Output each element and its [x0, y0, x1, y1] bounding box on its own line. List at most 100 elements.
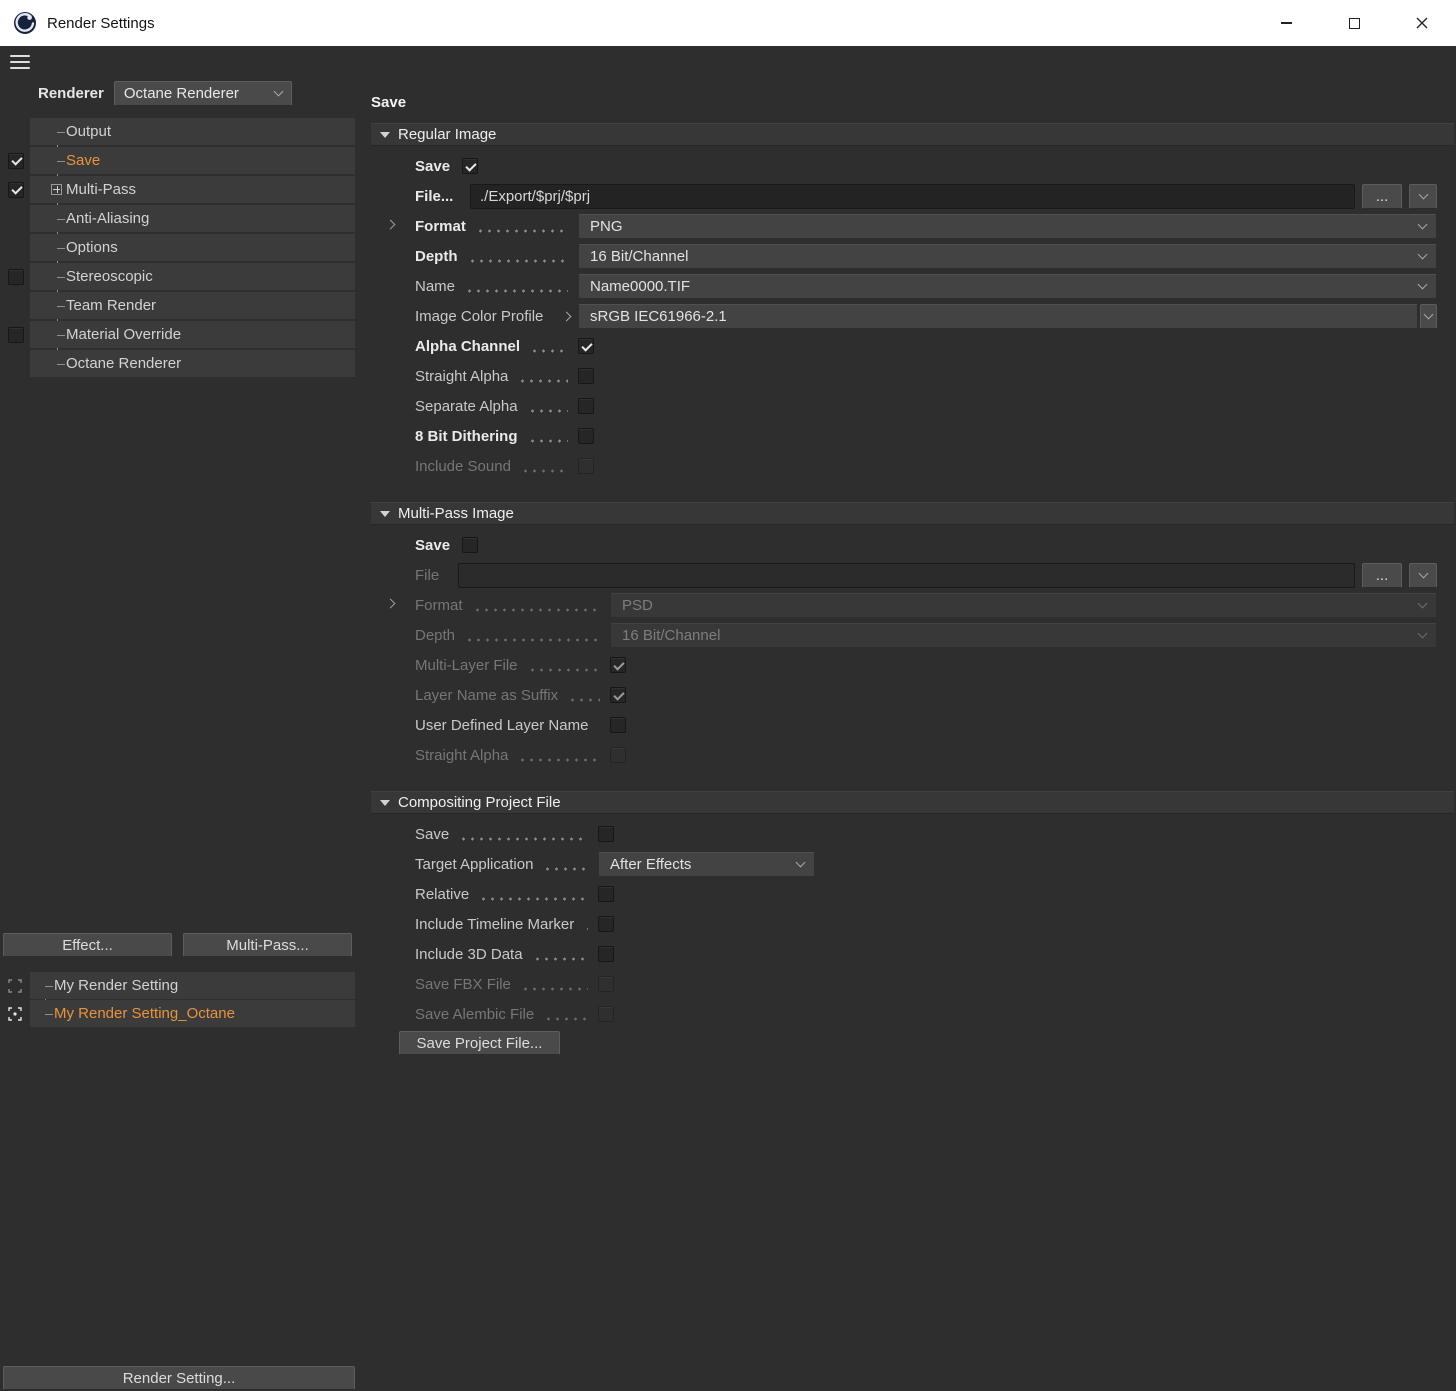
- row-cp-save: Save: [371, 819, 1437, 849]
- section-compositing-project-file: Compositing Project File Save Target App…: [371, 791, 1456, 1067]
- include-timeline-marker-checkbox[interactable]: [598, 916, 614, 932]
- browse-button[interactable]: ...: [1362, 183, 1402, 209]
- tree-label: Output: [66, 123, 112, 140]
- name-label: Name: [415, 277, 456, 295]
- tree-row-options[interactable]: Options: [0, 234, 360, 261]
- page-title: Save: [371, 94, 407, 111]
- tree-label: Save: [66, 152, 101, 169]
- multi-pass-image-header[interactable]: Multi-Pass Image: [371, 502, 1454, 525]
- tree-row-material-override[interactable]: Material Override: [0, 321, 360, 348]
- format-select[interactable]: PNG: [578, 213, 1437, 239]
- tree-row-stereoscopic[interactable]: Stereoscopic: [0, 263, 360, 290]
- file-label: File...: [415, 187, 454, 205]
- multipass-enable-checkbox[interactable]: [8, 181, 24, 198]
- preset-row-my-render-setting[interactable]: My Render Setting: [0, 972, 360, 999]
- cinema4d-logo-icon: [13, 11, 37, 35]
- regular-image-header[interactable]: Regular Image: [371, 123, 1454, 146]
- tree-row-anti-aliasing[interactable]: Anti-Aliasing: [0, 205, 360, 232]
- mp-browse-button[interactable]: ...: [1362, 562, 1402, 588]
- render-flag-active-icon[interactable]: [8, 1006, 22, 1021]
- expand-chevron-icon[interactable]: [385, 598, 396, 609]
- preset-label: My Render Setting: [54, 977, 179, 994]
- user-defined-layer-name-checkbox[interactable]: [610, 717, 626, 733]
- minimize-button[interactable]: [1252, 0, 1320, 46]
- alpha-channel-checkbox[interactable]: [578, 338, 594, 354]
- chevron-down-icon: [273, 86, 284, 96]
- stereoscopic-enable-checkbox[interactable]: [8, 268, 24, 285]
- window-title: Render Settings: [47, 14, 155, 32]
- mp-file-path-input: [458, 562, 1355, 588]
- depth-select[interactable]: 16 Bit/Channel: [578, 243, 1437, 269]
- save-alembic-file-label: Save Alembic File: [415, 1005, 535, 1023]
- tree-row-multi-pass[interactable]: Multi-Pass: [0, 176, 360, 203]
- material-override-enable-checkbox[interactable]: [8, 326, 24, 343]
- sidebar: Renderer Octane Renderer Output Save Mul…: [0, 78, 360, 1391]
- color-profile-dropdown-button[interactable]: [1420, 303, 1437, 329]
- relative-checkbox[interactable]: [598, 886, 614, 902]
- compositing-project-file-header[interactable]: Compositing Project File: [371, 791, 1454, 814]
- chevron-down-icon: [1417, 628, 1428, 639]
- row-include-3d-data: Include 3D Data: [371, 939, 1437, 969]
- cp-save-checkbox[interactable]: [598, 826, 614, 842]
- name-format-select[interactable]: Name0000.TIF: [578, 273, 1437, 299]
- row-depth: Depth 16 Bit/Channel: [371, 241, 1437, 271]
- include-timeline-marker-label: Include Timeline Marker: [415, 915, 575, 933]
- close-icon: [1416, 17, 1428, 29]
- tree-row-team-render[interactable]: Team Render: [0, 292, 360, 319]
- dithering-label: 8 Bit Dithering: [415, 427, 518, 445]
- renderer-value: Octane Renderer: [123, 84, 239, 102]
- include-3d-data-label: Include 3D Data: [415, 945, 523, 963]
- target-application-select[interactable]: After Effects: [598, 851, 815, 877]
- row-include-timeline-marker: Include Timeline Marker: [371, 909, 1437, 939]
- expand-chevron-icon[interactable]: [385, 219, 396, 230]
- expand-plus-icon[interactable]: [51, 183, 62, 195]
- renderer-label: Renderer: [38, 84, 104, 102]
- preset-row-my-render-setting-octane[interactable]: My Render Setting_Octane: [0, 1000, 360, 1027]
- row-separate-alpha: Separate Alpha: [371, 391, 1437, 421]
- save-project-file-button[interactable]: Save Project File...: [399, 1031, 560, 1055]
- row-user-defined-layer-name: User Defined Layer Name: [371, 710, 1437, 740]
- dithering-checkbox[interactable]: [578, 428, 594, 444]
- mp-save-label: Save: [415, 536, 451, 554]
- render-setting-list: My Render Setting My Render Setting_Octa…: [0, 972, 360, 1028]
- row-alpha-channel: Alpha Channel: [371, 331, 1437, 361]
- mp-file-token-dropdown-button[interactable]: [1409, 562, 1437, 588]
- save-fbx-file-label: Save FBX File: [415, 975, 511, 993]
- close-button[interactable]: [1388, 0, 1456, 46]
- row-straight-alpha: Straight Alpha: [371, 361, 1437, 391]
- effect-button[interactable]: Effect...: [3, 933, 172, 957]
- chevron-down-icon: [1417, 249, 1428, 260]
- settings-tree: Output Save Multi-Pass Anti-Aliasing Opt…: [0, 118, 360, 377]
- multi-pass-button[interactable]: Multi-Pass...: [183, 933, 352, 957]
- chevron-down-icon: [1417, 219, 1428, 230]
- tree-label: Multi-Pass: [66, 181, 137, 198]
- row-save: Save: [371, 151, 1437, 181]
- render-flag-icon[interactable]: [8, 978, 22, 993]
- tree-row-output[interactable]: Output: [0, 118, 360, 145]
- file-token-dropdown-button[interactable]: [1409, 183, 1437, 209]
- file-path-input[interactable]: [470, 183, 1355, 209]
- layer-name-as-suffix-label: Layer Name as Suffix: [415, 686, 559, 704]
- save-label: Save: [415, 157, 451, 175]
- chevron-down-icon: [1417, 279, 1428, 290]
- separate-alpha-checkbox[interactable]: [578, 398, 594, 414]
- main-panel: Save Regular Image Save File... ...: [371, 78, 1456, 1391]
- save-checkbox[interactable]: [462, 158, 479, 174]
- chevron-right-icon[interactable]: [561, 311, 572, 321]
- mp-depth-label: Depth: [415, 626, 456, 644]
- renderer-select[interactable]: Octane Renderer: [113, 80, 292, 106]
- hamburger-menu-icon[interactable]: [10, 51, 30, 73]
- cp-save-label: Save: [415, 825, 450, 843]
- include-3d-data-checkbox[interactable]: [598, 946, 614, 962]
- straight-alpha-checkbox[interactable]: [578, 368, 594, 384]
- color-profile-select[interactable]: sRGB IEC61966-2.1: [578, 303, 1418, 329]
- row-mp-depth: Depth 16 Bit/Channel: [371, 620, 1437, 650]
- separate-alpha-label: Separate Alpha: [415, 397, 518, 415]
- render-setting-button[interactable]: Render Setting...: [3, 1366, 355, 1390]
- tree-row-save[interactable]: Save: [0, 147, 360, 174]
- straight-alpha-label: Straight Alpha: [415, 367, 509, 385]
- tree-row-octane-renderer[interactable]: Octane Renderer: [0, 350, 360, 377]
- mp-save-checkbox[interactable]: [462, 537, 479, 553]
- maximize-button[interactable]: [1320, 0, 1388, 46]
- save-enable-checkbox[interactable]: [8, 152, 24, 169]
